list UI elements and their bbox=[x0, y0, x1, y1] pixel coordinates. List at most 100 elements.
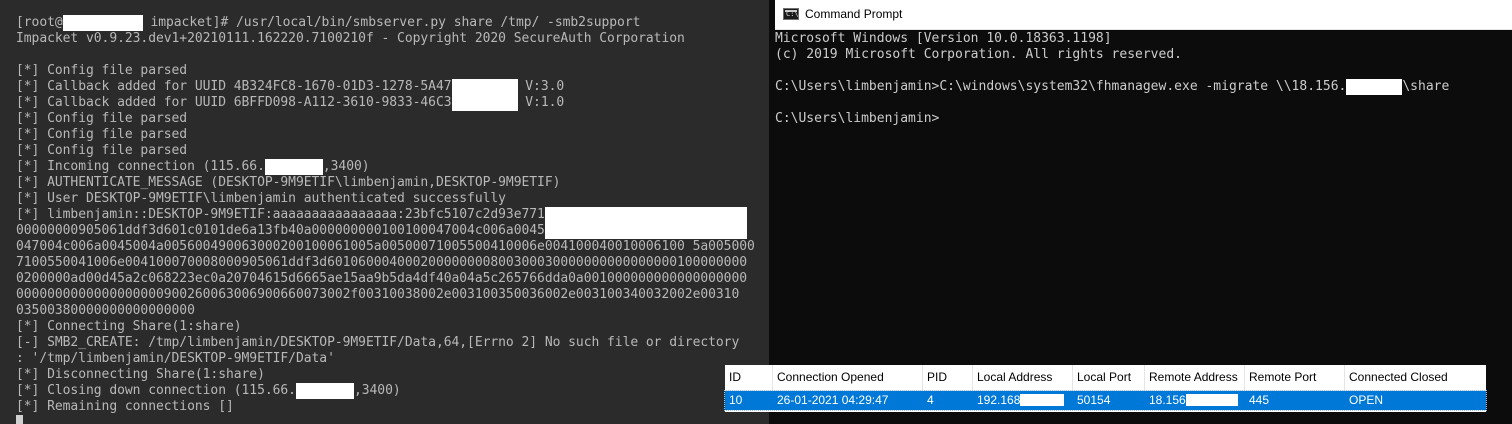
cmd-line: (c) 2019 Microsoft Corporation. All righ… bbox=[775, 47, 1512, 63]
terminal-cursor bbox=[16, 415, 23, 424]
cell-local-address: 192.168 bbox=[973, 391, 1073, 410]
terminal-line: [*] Callback added for UUID 6BFFD098-A11… bbox=[16, 95, 769, 111]
terminal-text: ,3400) bbox=[322, 159, 370, 174]
remote-address-text: 18.156 bbox=[1149, 393, 1186, 407]
terminal-text: [*] Incoming connection (115.66. bbox=[16, 159, 265, 174]
cmd-text: C:\Users\limbenjamin> bbox=[775, 111, 940, 126]
column-header-pid[interactable]: PID bbox=[923, 365, 973, 390]
redaction-box bbox=[451, 95, 518, 111]
terminal-text: 0200000ad00d45a2c068223ec0a20704615d6665… bbox=[16, 271, 748, 286]
cell-remote-address: 18.156 bbox=[1145, 391, 1245, 410]
terminal-text: [root@ bbox=[16, 15, 63, 30]
cmd-console-icon: C:\ bbox=[783, 8, 799, 20]
terminal-line: Impacket v0.9.23.dev1+20210111.162220.71… bbox=[16, 31, 769, 47]
column-header-remote-port[interactable]: Remote Port bbox=[1245, 365, 1345, 390]
terminal-text: [*] Config file parsed bbox=[16, 127, 188, 142]
terminal-line: [-] SMB2_CREATE: /tmp/limbenjamin/DESKTO… bbox=[16, 335, 769, 351]
cell-local-port: 50154 bbox=[1077, 393, 1111, 407]
cmd-line: Microsoft Windows [Version 10.0.18363.11… bbox=[775, 31, 1512, 47]
terminal-text: [*] limbenjamin::DESKTOP-9M9ETIF:aaaaaaa… bbox=[16, 207, 545, 222]
connections-table[interactable]: ID Connection Opened PID Local Address L… bbox=[724, 365, 1487, 412]
cmd-line bbox=[775, 95, 1512, 111]
terminal-text: impacket]# /usr/local/bin/smbserver.py s… bbox=[142, 15, 641, 30]
column-header-id[interactable]: ID bbox=[725, 365, 773, 390]
terminal-text: V:1.0 bbox=[517, 95, 565, 110]
terminal-text: [*] Disconnecting Share(1:share) bbox=[16, 367, 265, 382]
cell-pid: 4 bbox=[927, 393, 934, 407]
cmd-line: C:\Users\limbenjamin>C:\windows\system32… bbox=[775, 79, 1512, 95]
column-header-connection-opened[interactable]: Connection Opened bbox=[773, 365, 923, 390]
terminal-line: [*] User DESKTOP-9M9ETIF\limbenjamin aut… bbox=[16, 191, 769, 207]
terminal-text: [*] Connecting Share(1:share) bbox=[16, 319, 242, 334]
command-prompt-window[interactable]: C:\ Command Prompt Microsoft Windows [Ve… bbox=[775, 0, 1512, 424]
terminal-line: [*] Connecting Share(1:share) bbox=[16, 319, 769, 335]
terminal-line: 03500380000000000000000 bbox=[16, 303, 769, 319]
terminal-line: [*] Callback added for UUID 4B324FC8-167… bbox=[16, 79, 769, 95]
terminal-text: Impacket v0.9.23.dev1+20210111.162220.71… bbox=[16, 31, 685, 46]
terminal-line: [*] AUTHENTICATE_MESSAGE (DESKTOP-9M9ETI… bbox=[16, 175, 769, 191]
terminal-text: [*] Callback added for UUID 4B324FC8-167… bbox=[16, 79, 452, 94]
terminal-line: [*] Disconnecting Share(1:share) bbox=[16, 367, 769, 383]
terminal-text: 03500380000000000000000 bbox=[16, 303, 195, 318]
terminal-text: [*] User DESKTOP-9M9ETIF\limbenjamin aut… bbox=[16, 191, 506, 206]
terminal-line: [*] Incoming connection (115.66. ,3400) bbox=[16, 159, 769, 175]
terminal-line: [*] Config file parsed bbox=[16, 143, 769, 159]
redaction-box bbox=[264, 159, 323, 175]
terminal-line: 0200000ad00d45a2c068223ec0a20704615d6665… bbox=[16, 271, 769, 287]
terminal-output: [root@ impacket]# /usr/local/bin/smbserv… bbox=[16, 15, 769, 415]
redaction-box bbox=[1020, 394, 1065, 406]
cell-connected-closed: OPEN bbox=[1349, 393, 1384, 407]
terminal-text: [*] Config file parsed bbox=[16, 63, 188, 78]
cell-id: 10 bbox=[729, 393, 743, 407]
redaction-box bbox=[62, 15, 143, 31]
cmd-icon-glyph: C:\ bbox=[786, 10, 799, 18]
terminal-text: 7100550041006e004100070008000905061ddf3d… bbox=[16, 255, 748, 270]
terminal-line: 047004c006a0045004a005600490063000200100… bbox=[16, 239, 769, 255]
cmd-text: \share bbox=[1402, 79, 1450, 94]
terminal-line: [root@ impacket]# /usr/local/bin/smbserv… bbox=[16, 15, 769, 31]
table-row[interactable]: 10 26-01-2021 04:29:47 4 192.168 50154 1… bbox=[724, 390, 1487, 411]
command-prompt-output[interactable]: Microsoft Windows [Version 10.0.18363.11… bbox=[775, 31, 1512, 127]
cmd-text: (c) 2019 Microsoft Corporation. All righ… bbox=[775, 47, 1182, 62]
cell-remote-port: 445 bbox=[1249, 393, 1270, 407]
linux-terminal[interactable]: [root@ impacket]# /usr/local/bin/smbserv… bbox=[0, 0, 769, 424]
terminal-line: [*] Closing down connection (115.66. ,340… bbox=[16, 383, 769, 399]
terminal-line: [*] Remaining connections [] bbox=[16, 399, 769, 415]
terminal-text: ,3400) bbox=[353, 383, 401, 398]
terminal-text: 047004c006a0045004a005600490063000200100… bbox=[16, 239, 755, 254]
cmd-line bbox=[775, 63, 1512, 79]
terminal-text: [*] Config file parsed bbox=[16, 111, 188, 126]
column-header-local-address[interactable]: Local Address bbox=[973, 365, 1073, 390]
terminal-line: 0000000000000000000900260063006900660073… bbox=[16, 287, 769, 303]
command-prompt-titlebar[interactable]: C:\ Command Prompt bbox=[775, 0, 1512, 30]
terminal-text: [-] SMB2_CREATE: /tmp/limbenjamin/DESKTO… bbox=[16, 335, 740, 350]
window-title: Command Prompt bbox=[805, 7, 903, 21]
cmd-text: Microsoft Windows [Version 10.0.18363.11… bbox=[775, 31, 1112, 46]
column-header-remote-address[interactable]: Remote Address bbox=[1145, 365, 1245, 390]
redaction-box bbox=[451, 79, 518, 95]
terminal-text: [*] Closing down connection (115.66. bbox=[16, 383, 296, 398]
redaction-box bbox=[544, 207, 747, 223]
terminal-text: 0000000000000000000900260063006900660073… bbox=[16, 287, 740, 302]
terminal-text: V:3.0 bbox=[517, 79, 565, 94]
terminal-text: 00000000905061ddf3d601c0101de6a13fb40a00… bbox=[16, 223, 545, 238]
terminal-line: [*] limbenjamin::DESKTOP-9M9ETIF:aaaaaaa… bbox=[16, 207, 769, 223]
terminal-line: [*] Config file parsed bbox=[16, 63, 769, 79]
redaction-box bbox=[295, 383, 354, 399]
terminal-text: [*] AUTHENTICATE_MESSAGE (DESKTOP-9M9ETI… bbox=[16, 175, 561, 190]
cmd-text: C:\Users\limbenjamin>C:\windows\system32… bbox=[775, 79, 1347, 94]
redaction-box bbox=[1346, 79, 1403, 95]
terminal-text: : '/tmp/limbenjamin/DESKTOP-9M9ETIF/Data… bbox=[16, 351, 335, 366]
terminal-line: 7100550041006e004100070008000905061ddf3d… bbox=[16, 255, 769, 271]
terminal-line: [*] Config file parsed bbox=[16, 111, 769, 127]
terminal-text: [*] Remaining connections [] bbox=[16, 399, 234, 414]
column-header-local-port[interactable]: Local Port bbox=[1073, 365, 1145, 390]
connections-table-header: ID Connection Opened PID Local Address L… bbox=[725, 365, 1486, 391]
column-header-connected-closed[interactable]: Connected Closed bbox=[1345, 365, 1486, 390]
terminal-line: : '/tmp/limbenjamin/DESKTOP-9M9ETIF/Data… bbox=[16, 351, 769, 367]
terminal-line: [*] Config file parsed bbox=[16, 127, 769, 143]
local-address-text: 192.168 bbox=[977, 393, 1021, 407]
terminal-text: [*] Callback added for UUID 6BFFD098-A11… bbox=[16, 95, 452, 110]
terminal-line: 00000000905061ddf3d601c0101de6a13fb40a00… bbox=[16, 223, 769, 239]
